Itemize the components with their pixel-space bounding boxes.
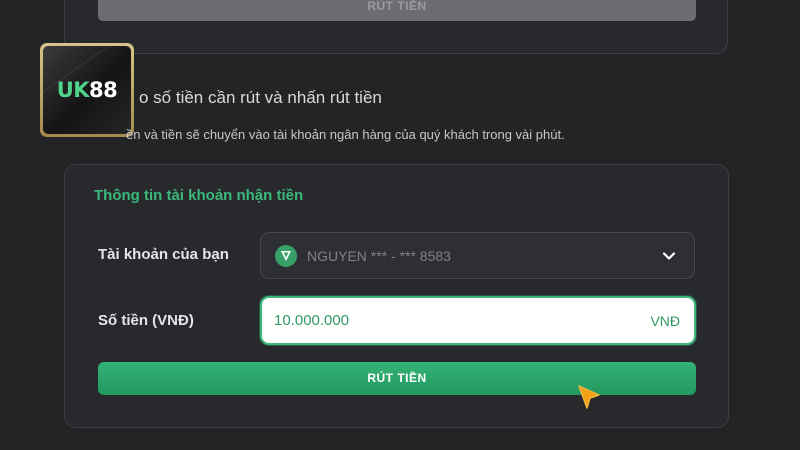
account-info-card: Thông tin tài khoản nhận tiền Tài khoản … [64, 164, 729, 428]
logo-wordmark: UK88 [57, 78, 118, 102]
logo-badge: UK88 [43, 46, 131, 134]
amount-input-value[interactable]: 10.000.000 [274, 312, 650, 329]
amount-unit: VNĐ [650, 312, 680, 329]
amount-label: Số tiền (VNĐ) [98, 312, 194, 329]
logo-prefix: UK [56, 78, 90, 102]
account-select[interactable]: NGUYEN *** - *** 8583 [260, 232, 695, 279]
withdraw-page: RÚT TIỀN UK88 o số tiền cần rút và nhấn … [0, 0, 800, 450]
logo-suffix: 88 [89, 78, 118, 102]
chevron-down-icon[interactable] [660, 247, 678, 265]
account-select-value: NGUYEN *** - *** 8583 [307, 247, 451, 264]
account-label: Tài khoản của bạn [98, 246, 229, 263]
withdraw-button[interactable]: RÚT TIỀN [98, 362, 696, 395]
amount-input[interactable]: 10.000.000 VNĐ [260, 296, 696, 345]
previous-withdraw-button[interactable]: RÚT TIỀN [98, 0, 696, 21]
brand-logo: UK88 [40, 43, 134, 137]
card-title: Thông tin tài khoản nhận tiền [94, 187, 304, 204]
cursor-pointer-icon [578, 385, 600, 409]
step-title: o số tiền cần rút và nhấn rút tiền [139, 88, 382, 107]
bank-shield-icon [275, 244, 297, 267]
previous-step-card: RÚT TIỀN [64, 0, 728, 54]
step-description: ền và tiền sẽ chuyển vào tài khoản ngân … [126, 127, 565, 142]
